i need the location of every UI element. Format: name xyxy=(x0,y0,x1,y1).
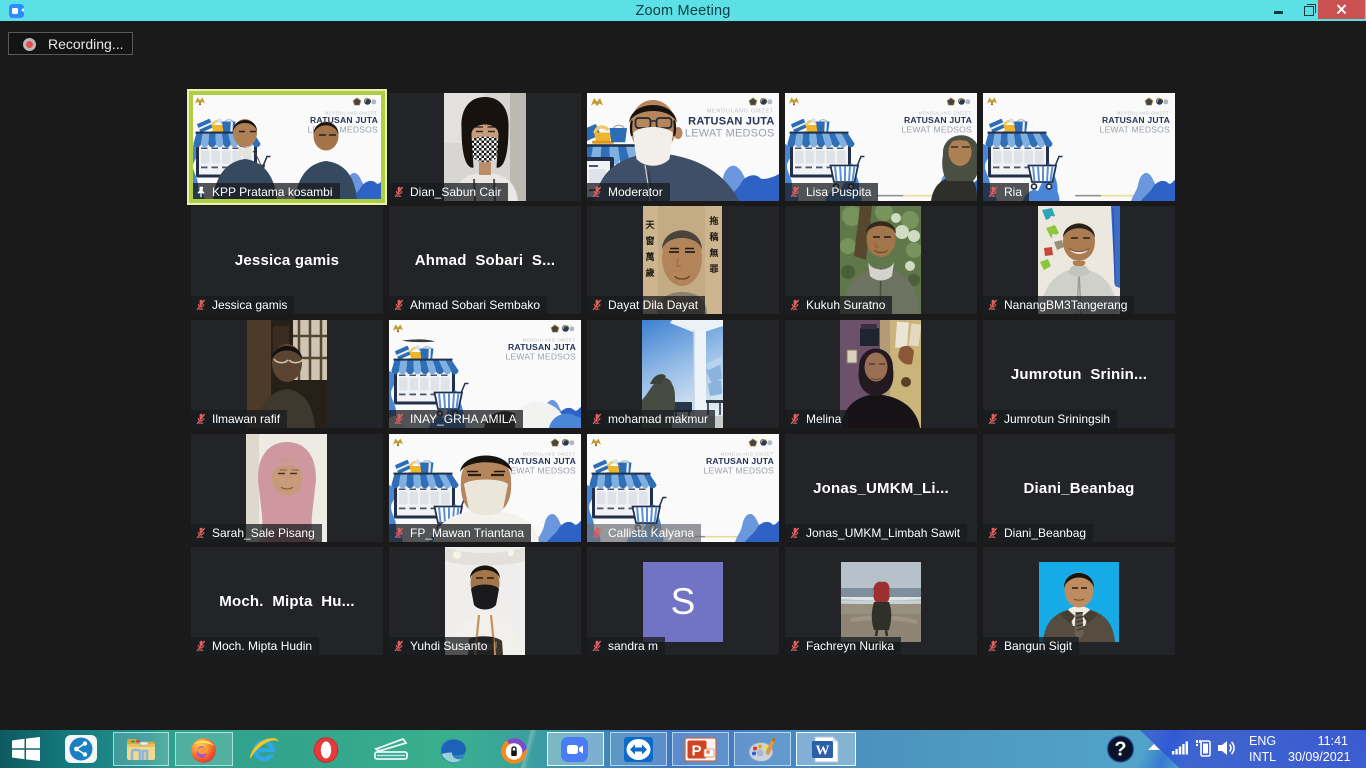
svg-text:無: 無 xyxy=(709,247,718,258)
svg-text:?: ? xyxy=(1114,739,1126,761)
svg-text:罪: 罪 xyxy=(709,264,718,274)
svg-text:歲: 歲 xyxy=(645,267,654,278)
svg-text:天: 天 xyxy=(645,220,655,230)
svg-text:萬: 萬 xyxy=(645,251,654,262)
svg-text:窗: 窗 xyxy=(645,235,654,246)
svg-text:P: P xyxy=(691,743,701,760)
svg-text:W: W xyxy=(816,744,830,759)
svg-text:稿: 稿 xyxy=(708,231,718,242)
svg-text:拖: 拖 xyxy=(709,215,718,226)
